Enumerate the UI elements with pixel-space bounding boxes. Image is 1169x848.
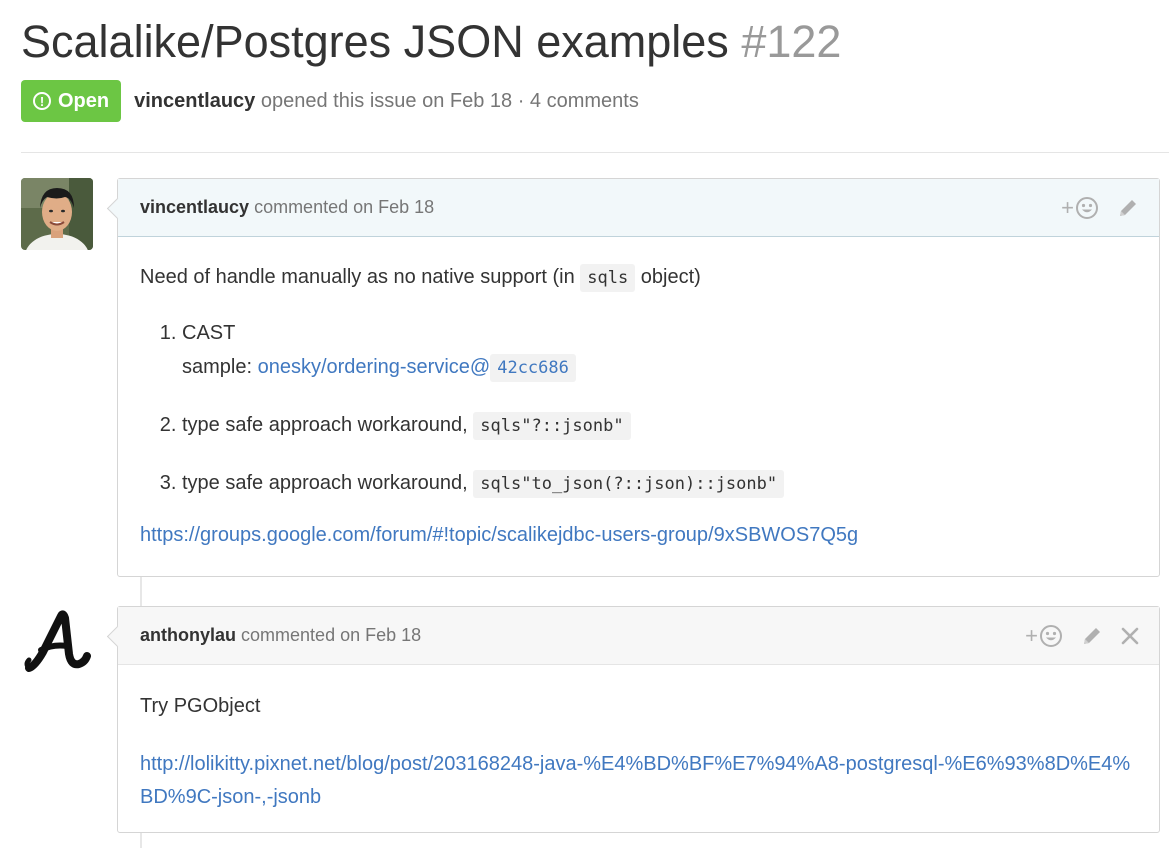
comment-text: Try PGObject (140, 695, 261, 717)
step-text: type safe approach workaround, (182, 472, 474, 494)
inline-code: sqls (580, 264, 636, 292)
comment-body: Try PGObject http://lolikitty.pixnet.net… (118, 665, 1159, 838)
commit-sha: 42cc686 (490, 354, 576, 382)
avatar-anthonylau[interactable] (21, 606, 93, 678)
comment-author-link[interactable]: anthonylau (140, 625, 236, 646)
comment-link-paragraph: http://lolikitty.pixnet.net/blog/post/20… (140, 748, 1137, 814)
timeline-line (140, 577, 142, 607)
commit-link[interactable]: onesky/ordering-service@ 42cc686 (257, 354, 576, 382)
header-divider (21, 152, 1169, 153)
issue-title: Scalalike/Postgres JSON examples #122 (21, 14, 841, 70)
issue-title-text: Scalalike/Postgres JSON examples (21, 16, 729, 67)
comment-header: vincentlaucy commented on Feb 18 + (106, 179, 1159, 237)
pencil-icon[interactable] (1117, 197, 1139, 219)
inline-code: sqls"?::jsonb" (473, 412, 631, 440)
google-groups-link[interactable]: https://groups.google.com/forum/#!topic/… (140, 524, 858, 546)
comment-caret (106, 625, 129, 648)
step-label: CAST (182, 322, 236, 344)
comment-timestamp[interactable]: commented on Feb 18 (241, 625, 421, 646)
text: Need of handle manually as no native sup… (140, 266, 581, 288)
add-reaction-icon[interactable]: + (1061, 195, 1099, 221)
close-icon[interactable] (1121, 627, 1139, 645)
add-reaction-icon[interactable]: + (1025, 623, 1063, 649)
comment-author-link[interactable]: vincentlaucy (140, 197, 249, 218)
comment-link-paragraph: https://groups.google.com/forum/#!topic/… (140, 524, 1137, 547)
sample-line: sample: onesky/ordering-service@ 42cc686 (182, 350, 1137, 385)
issue-meta: ! Open vincentlaucy opened this issue on… (21, 80, 639, 122)
blog-post-link[interactable]: http://lolikitty.pixnet.net/blog/post/20… (140, 753, 1130, 808)
avatar-vincentlaucy[interactable] (21, 178, 93, 250)
issue-opened-text: opened this issue on Feb 18 · 4 comments (260, 89, 639, 112)
issue-meta-text: vincentlaucy opened this issue on Feb 18… (134, 90, 639, 113)
issue-opened-icon: ! (33, 92, 51, 110)
avatar-photo-icon (21, 178, 93, 250)
state-badge: ! Open (21, 80, 122, 122)
comment-header: anthonylau commented on Feb 18 + (106, 607, 1159, 665)
repo-name: onesky/ordering-service@ (257, 356, 491, 378)
step-text: type safe approach workaround, (182, 414, 474, 436)
comment-body: Need of handle manually as no native sup… (118, 237, 1159, 571)
list-item: type safe approach workaround, sqls"?::j… (182, 408, 1137, 443)
comment-intro: Need of handle manually as no native sup… (140, 263, 1137, 292)
sample-prefix: sample: (182, 356, 258, 378)
avatar-letter-a-icon (24, 610, 91, 672)
comment-timestamp[interactable]: commented on Feb 18 (254, 197, 434, 218)
inline-code: sqls"to_json(?::json)::jsonb" (473, 470, 785, 498)
pencil-icon[interactable] (1081, 625, 1103, 647)
comment-actions: + (1061, 179, 1139, 237)
issue-author-link[interactable]: vincentlaucy (134, 90, 255, 112)
list-item: CAST sample: onesky/ordering-service@42c… (182, 316, 1137, 385)
state-label: Open (58, 89, 110, 112)
comment-actions: + (1025, 607, 1139, 665)
comment-caret (106, 197, 129, 220)
steps-list: CAST sample: onesky/ordering-service@42c… (140, 316, 1137, 501)
list-item: type safe approach workaround, sqls"to_j… (182, 466, 1137, 501)
text: object) (635, 266, 701, 288)
comment-1: vincentlaucy commented on Feb 18 + Need … (106, 178, 1160, 577)
issue-number: #122 (741, 16, 842, 67)
comment-2: anthonylau commented on Feb 18 + Try PGO… (106, 606, 1160, 833)
